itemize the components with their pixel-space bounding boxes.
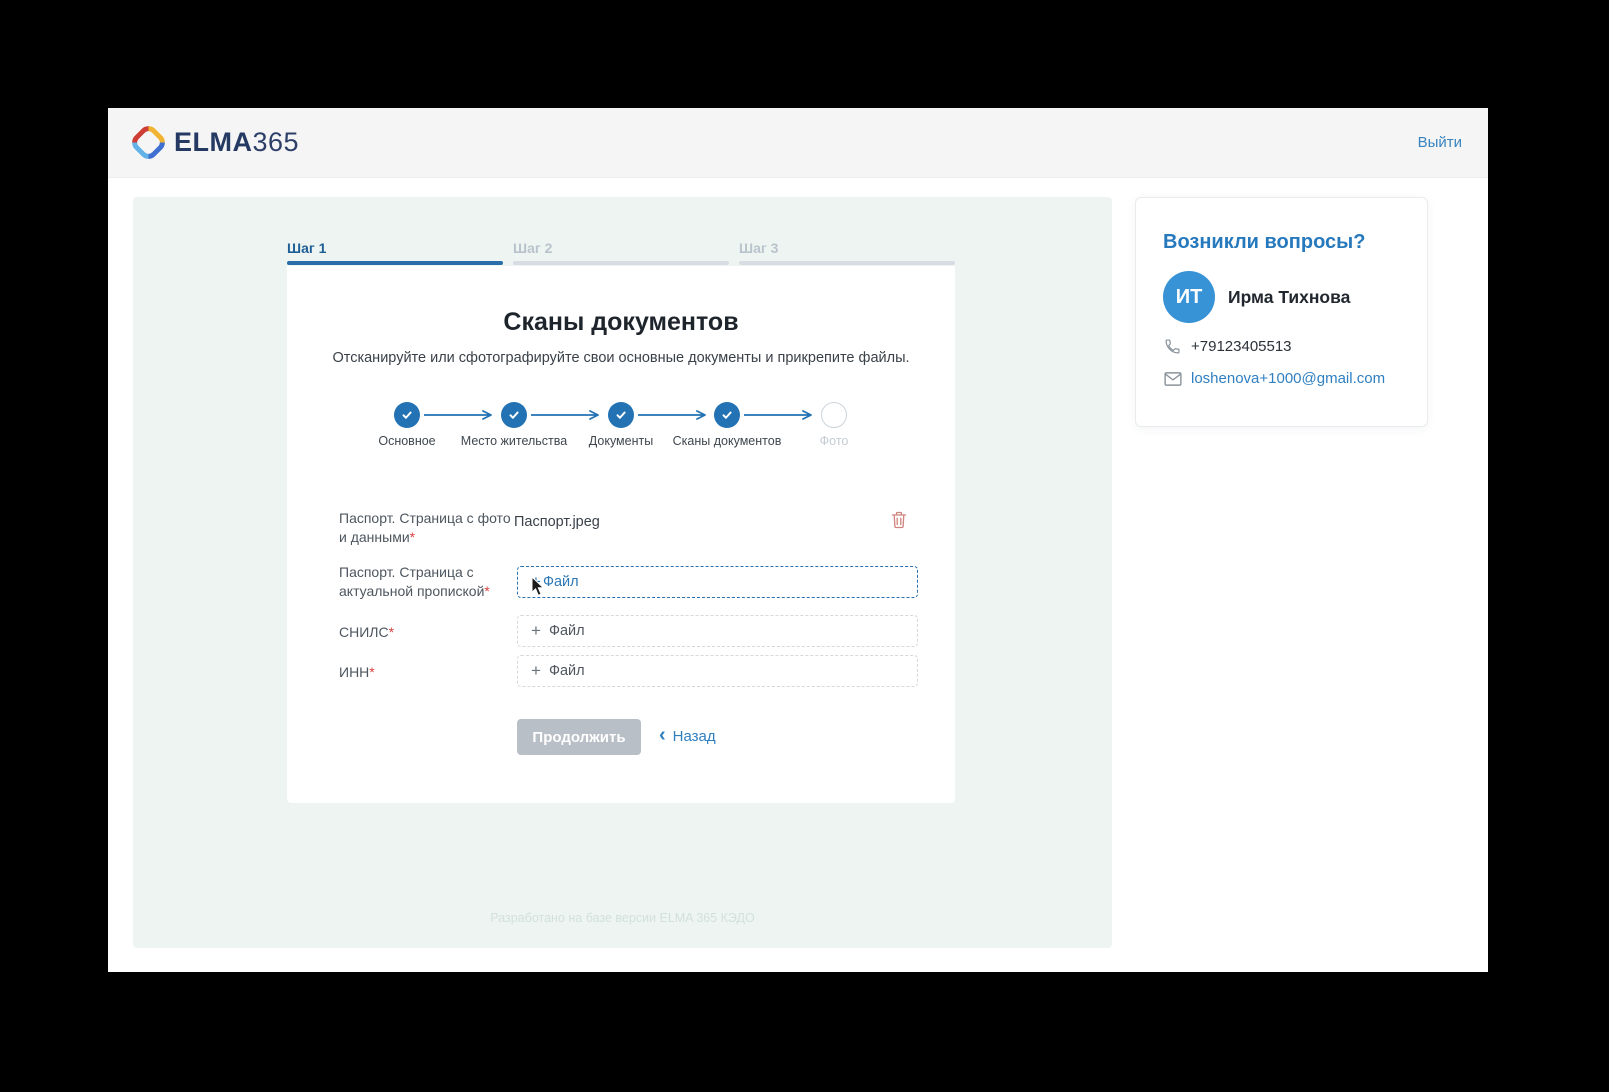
field-label-text: Паспорт. Страница с фото и данными bbox=[339, 510, 511, 545]
file-button-label: Файл bbox=[543, 574, 579, 590]
logo-brand: ELMA bbox=[174, 127, 253, 157]
uploaded-file-name: Паспорт.jpeg bbox=[514, 514, 600, 530]
file-upload-snils[interactable]: + Файл bbox=[517, 615, 918, 647]
check-circle-icon bbox=[714, 402, 740, 428]
email-row: loshenova+1000@gmail.com bbox=[1163, 370, 1403, 387]
envelope-icon bbox=[1163, 372, 1182, 386]
logo-text: ELMA365 bbox=[174, 127, 299, 158]
step-tabs: Шаг 1 Шаг 2 Шаг 3 bbox=[287, 240, 955, 265]
page-subtitle: Отсканируйте или сфотографируйте свои ос… bbox=[287, 350, 955, 366]
check-circle-icon bbox=[608, 402, 634, 428]
phone-icon bbox=[1163, 338, 1182, 355]
tab-step-1[interactable]: Шаг 1 bbox=[287, 240, 503, 265]
tab-step-3-bar bbox=[739, 261, 955, 265]
field-label-text: СНИЛС bbox=[339, 624, 389, 640]
back-link[interactable]: ‹ Назад bbox=[659, 727, 716, 745]
app-window: ELMA365 Выйти Шаг 1 Шаг 2 Шаг 3 Сканы до… bbox=[108, 108, 1488, 972]
continue-button[interactable]: Продолжить bbox=[517, 719, 641, 755]
contact-email-link[interactable]: loshenova+1000@gmail.com bbox=[1191, 370, 1385, 387]
field-label-snils: СНИЛС* bbox=[339, 623, 514, 642]
tab-step-3[interactable]: Шаг 3 bbox=[739, 240, 955, 265]
chevron-left-icon: ‹ bbox=[659, 725, 666, 745]
tab-step-3-label: Шаг 3 bbox=[739, 240, 955, 256]
form-card: Сканы документов Отсканируйте или сфотог… bbox=[287, 266, 955, 803]
required-asterisk: * bbox=[410, 529, 415, 545]
field-label-passport-photo: Паспорт. Страница с фото и данными* bbox=[339, 509, 514, 548]
help-card: Возникли вопросы? ИТ Ирма Тихнова +79123… bbox=[1135, 197, 1428, 427]
required-asterisk: * bbox=[389, 624, 394, 640]
file-upload-passport-registration[interactable]: + Файл bbox=[517, 566, 918, 598]
main-area: Шаг 1 Шаг 2 Шаг 3 Сканы документов Отска… bbox=[108, 178, 1488, 972]
plus-icon: + bbox=[531, 621, 541, 641]
stepper-label: Фото bbox=[769, 434, 899, 448]
field-label-text: Паспорт. Страница с актуальной пропиской bbox=[339, 564, 484, 599]
file-upload-inn[interactable]: + Файл bbox=[517, 655, 918, 687]
tab-step-2-label: Шаг 2 bbox=[513, 240, 729, 256]
logout-link[interactable]: Выйти bbox=[1418, 134, 1462, 151]
required-asterisk: * bbox=[484, 583, 489, 599]
plus-icon: + bbox=[531, 661, 541, 681]
tab-step-2[interactable]: Шаг 2 bbox=[513, 240, 729, 265]
logo: ELMA365 bbox=[134, 127, 299, 158]
trash-icon bbox=[891, 511, 907, 529]
file-button-label: Файл bbox=[549, 623, 585, 639]
back-link-label: Назад bbox=[673, 728, 716, 745]
tab-step-2-bar bbox=[513, 261, 729, 265]
check-circle-icon bbox=[394, 402, 420, 428]
contact-name: Ирма Тихнова bbox=[1228, 287, 1350, 308]
field-label-inn: ИНН* bbox=[339, 663, 514, 682]
footer-note: Разработано на базе версии ELMA 365 КЭДО bbox=[133, 911, 1112, 925]
empty-circle-icon bbox=[821, 402, 847, 428]
contact-person: ИТ Ирма Тихнова bbox=[1163, 271, 1403, 323]
required-asterisk: * bbox=[369, 664, 374, 680]
page-title: Сканы документов bbox=[287, 308, 955, 337]
stepper-step-photo: Фото bbox=[769, 402, 899, 448]
tab-step-1-bar bbox=[287, 261, 503, 265]
help-card-title: Возникли вопросы? bbox=[1163, 231, 1403, 254]
elma-logo-icon bbox=[128, 122, 169, 163]
check-circle-icon bbox=[501, 402, 527, 428]
field-label-text: ИНН bbox=[339, 664, 369, 680]
top-bar: ELMA365 Выйти bbox=[108, 108, 1488, 178]
contact-phone: +79123405513 bbox=[1191, 338, 1292, 355]
file-button-label: Файл bbox=[549, 663, 585, 679]
phone-row: +79123405513 bbox=[1163, 338, 1403, 355]
plus-icon: + bbox=[531, 572, 541, 592]
avatar: ИТ bbox=[1163, 271, 1215, 323]
tab-step-1-label: Шаг 1 bbox=[287, 240, 503, 256]
delete-file-button[interactable] bbox=[889, 511, 909, 531]
field-label-passport-registration: Паспорт. Страница с актуальной пропиской… bbox=[339, 563, 514, 602]
logo-suffix: 365 bbox=[253, 127, 300, 157]
